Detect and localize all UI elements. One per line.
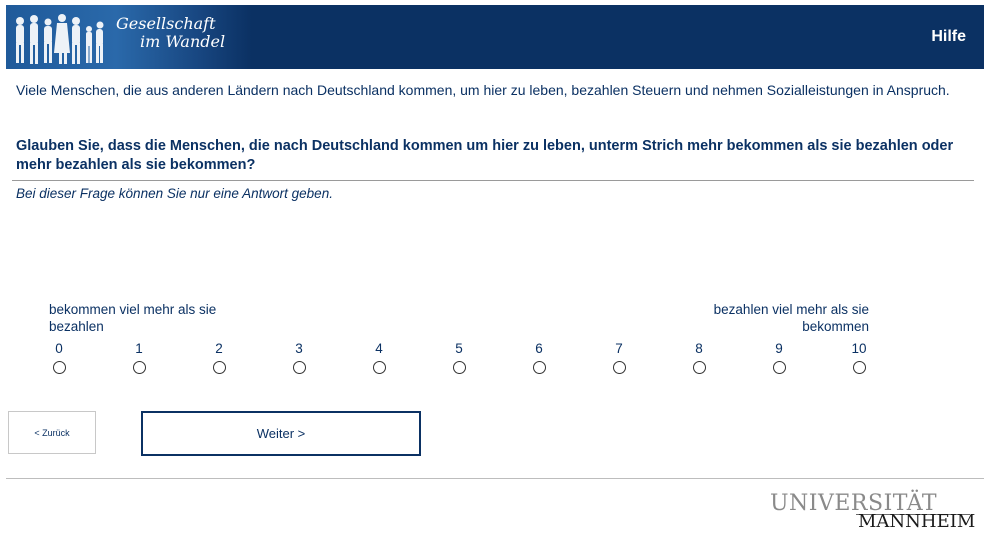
instruction-text: Bei dieser Frage können Sie nur eine Ant… xyxy=(16,186,333,201)
scale-option-radio[interactable] xyxy=(372,361,386,374)
scale-option-label: 4 xyxy=(375,341,383,356)
people-silhouettes-icon xyxy=(16,14,104,64)
scale-option-radio[interactable] xyxy=(132,361,146,374)
scale-option-label: 7 xyxy=(615,341,623,356)
scale-option-radio[interactable] xyxy=(692,361,706,374)
scale-option[interactable]: 8 xyxy=(679,340,719,374)
scale-option-radio[interactable] xyxy=(52,361,66,374)
survey-page: Gesellschaft im Wandel Hilfe Viele Mensc… xyxy=(0,0,992,537)
university-logo-line2: MANNHEIM xyxy=(858,511,976,532)
scale-option-radio[interactable] xyxy=(852,361,866,374)
scale-option-label: 1 xyxy=(135,341,143,356)
scale-option[interactable]: 6 xyxy=(519,340,559,374)
question-divider xyxy=(12,180,974,181)
scale-option-label: 0 xyxy=(55,341,63,356)
scale-option[interactable]: 10 xyxy=(839,340,879,374)
header-photo: Gesellschaft im Wandel xyxy=(6,5,251,69)
scale-option-label: 9 xyxy=(775,341,783,356)
scale-option[interactable]: 7 xyxy=(599,340,639,374)
scale-option-label: 6 xyxy=(535,341,543,356)
scale-option-label: 3 xyxy=(295,341,303,356)
scale-option[interactable]: 3 xyxy=(279,340,319,374)
question-text: Glauben Sie, dass die Menschen, die nach… xyxy=(16,138,954,173)
scale-option[interactable]: 9 xyxy=(759,340,799,374)
survey-logo-title: Gesellschaft im Wandel xyxy=(116,15,225,51)
scale-option-radio[interactable] xyxy=(532,361,546,374)
scale-left-anchor-label: bekommen viel mehr als sie bezahlen xyxy=(49,302,217,334)
scale-option-radio[interactable] xyxy=(772,361,786,374)
university-logo: UNIVERSITÄT MANNHEIM xyxy=(770,492,975,532)
help-link[interactable]: Hilfe xyxy=(931,28,966,46)
scale-right-anchor-label: bezahlen viel mehr als sie bekommen xyxy=(713,302,869,334)
scale-option-radio[interactable] xyxy=(612,361,626,374)
scale-option[interactable]: 0 xyxy=(39,340,79,374)
scale-option-label: 2 xyxy=(215,341,223,356)
intro-text: Viele Menschen, die aus anderen Ländern … xyxy=(16,82,950,98)
scale-option-radio[interactable] xyxy=(212,361,226,374)
scale-option-label: 10 xyxy=(851,341,867,356)
footer-divider xyxy=(6,478,984,479)
next-button[interactable]: Weiter > xyxy=(141,411,421,456)
scale-option-radio[interactable] xyxy=(452,361,466,374)
scale-option-label: 5 xyxy=(455,341,463,356)
survey-title-line2: im Wandel xyxy=(140,32,226,51)
scale-option[interactable]: 1 xyxy=(119,340,159,374)
header-banner: Gesellschaft im Wandel Hilfe xyxy=(6,5,984,69)
scale-option-label: 8 xyxy=(695,341,703,356)
scale-option[interactable]: 5 xyxy=(439,340,479,374)
survey-title-line1: Gesellschaft xyxy=(116,14,216,33)
scale-option-radio[interactable] xyxy=(292,361,306,374)
back-button[interactable]: < Zurück xyxy=(8,411,96,454)
scale-option[interactable]: 2 xyxy=(199,340,239,374)
scale-option[interactable]: 4 xyxy=(359,340,399,374)
